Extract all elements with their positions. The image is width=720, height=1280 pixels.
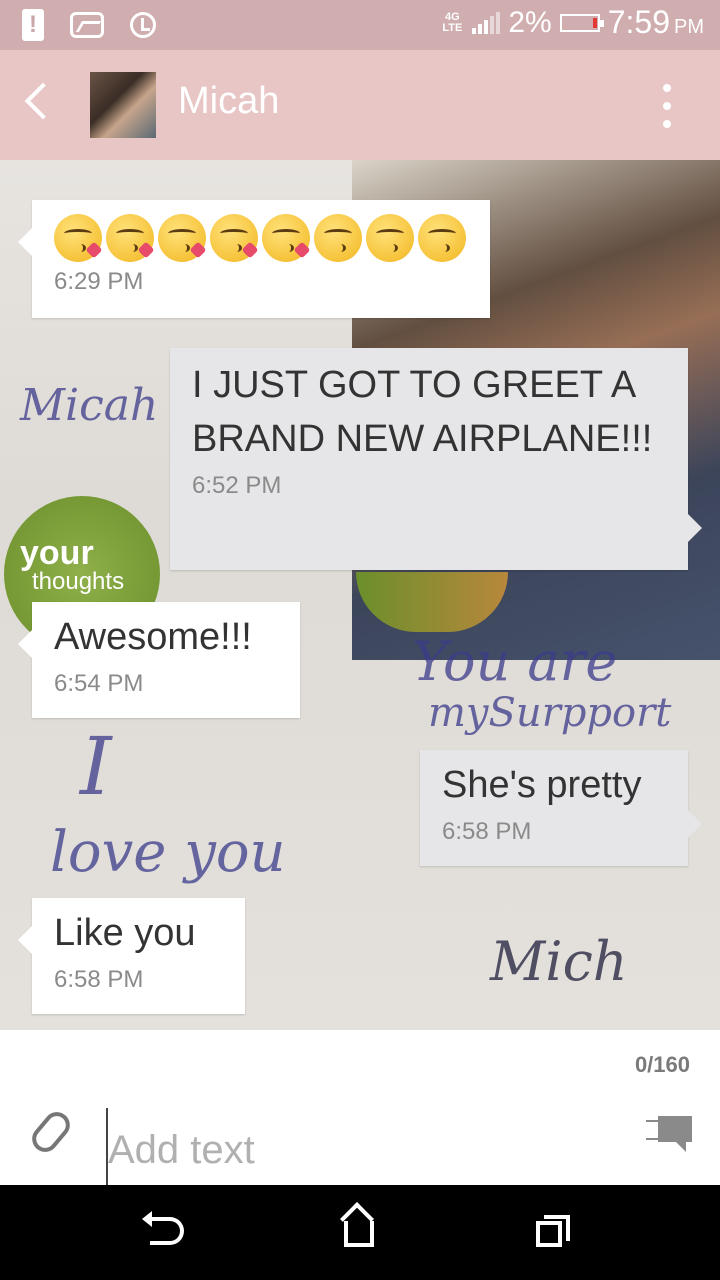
network-sub-label: LTE <box>442 21 463 34</box>
network-type: 4G LTE <box>440 10 464 34</box>
contact-name[interactable]: Micah <box>178 80 279 123</box>
message-text: Like you <box>54 912 196 954</box>
message-time: 6:58 PM <box>442 818 532 845</box>
alert-icon: ! <box>22 9 44 41</box>
paperclip-attach-icon[interactable] <box>26 1106 76 1158</box>
emoji-row <box>54 214 468 262</box>
signal-icon <box>472 11 501 34</box>
nav-recent-apps-icon[interactable] <box>536 1215 570 1247</box>
message-text: She's pretty <box>442 764 642 806</box>
background-your-text: your <box>20 534 94 572</box>
background-you-are-text: You are <box>412 630 618 693</box>
status-bar: ! 4G LTE 2% 7:59 PM <box>0 0 720 50</box>
background-my-support-text: mySurpport <box>428 690 672 736</box>
nav-home-icon[interactable] <box>344 1221 374 1247</box>
kissing-heart-emoji-icon <box>106 214 155 262</box>
message-outgoing[interactable]: I JUST GOT TO GREET A BRAND NEW AIRPLANE… <box>170 348 702 570</box>
message-incoming[interactable]: Awesome!!! 6:54 PM <box>18 602 300 718</box>
message-text: Awesome!!! <box>54 616 252 658</box>
message-text: I JUST GOT TO GREET A BRAND NEW AIRPLANE… <box>192 364 653 460</box>
message-incoming[interactable]: Like you 6:58 PM <box>18 898 245 1014</box>
nav-back-icon[interactable] <box>142 1211 184 1245</box>
kissing-closed-eyes-emoji-icon <box>314 214 362 262</box>
message-incoming[interactable]: 6:29 PM <box>18 200 490 318</box>
message-notification-icon <box>70 12 104 38</box>
message-time: 6:29 PM <box>54 268 144 295</box>
clock: 7:59 PM <box>608 4 704 41</box>
kissing-closed-eyes-emoji-icon <box>366 214 414 262</box>
kissing-heart-emoji-icon <box>210 214 259 262</box>
kissing-closed-eyes-emoji-icon <box>418 214 466 262</box>
system-navigation-bar <box>0 1185 720 1280</box>
background-thoughts-text: thoughts <box>32 568 125 595</box>
conversation-header: Micah <box>0 50 720 160</box>
battery-percent: 2% <box>508 5 552 39</box>
kissing-heart-emoji-icon <box>262 214 311 262</box>
message-outgoing[interactable]: She's pretty 6:58 PM <box>420 750 702 866</box>
background-love-you-text: love you <box>50 820 286 885</box>
send-message-icon[interactable] <box>646 1116 692 1152</box>
clock-ampm: PM <box>674 16 704 38</box>
background-micah-text: Micah <box>20 380 159 431</box>
kissing-heart-emoji-icon <box>54 214 103 262</box>
clock-time: 7:59 <box>607 4 670 40</box>
kissing-heart-emoji-icon <box>158 214 207 262</box>
message-time: 6:52 PM <box>192 472 282 499</box>
overflow-menu-icon[interactable] <box>662 84 672 128</box>
message-time: 6:58 PM <box>54 966 144 993</box>
message-input[interactable] <box>106 1108 616 1194</box>
composer: 0/160 <box>0 1030 720 1194</box>
network-label: 4G <box>445 10 460 23</box>
sync-icon <box>130 12 156 38</box>
background-signature-text: Mich <box>490 930 628 993</box>
battery-icon <box>559 13 604 32</box>
message-time: 6:54 PM <box>54 670 144 697</box>
back-arrow-icon[interactable] <box>24 82 62 120</box>
avatar[interactable] <box>90 72 156 138</box>
background-i-text: I <box>80 720 112 813</box>
character-counter: 0/160 <box>634 1052 690 1077</box>
